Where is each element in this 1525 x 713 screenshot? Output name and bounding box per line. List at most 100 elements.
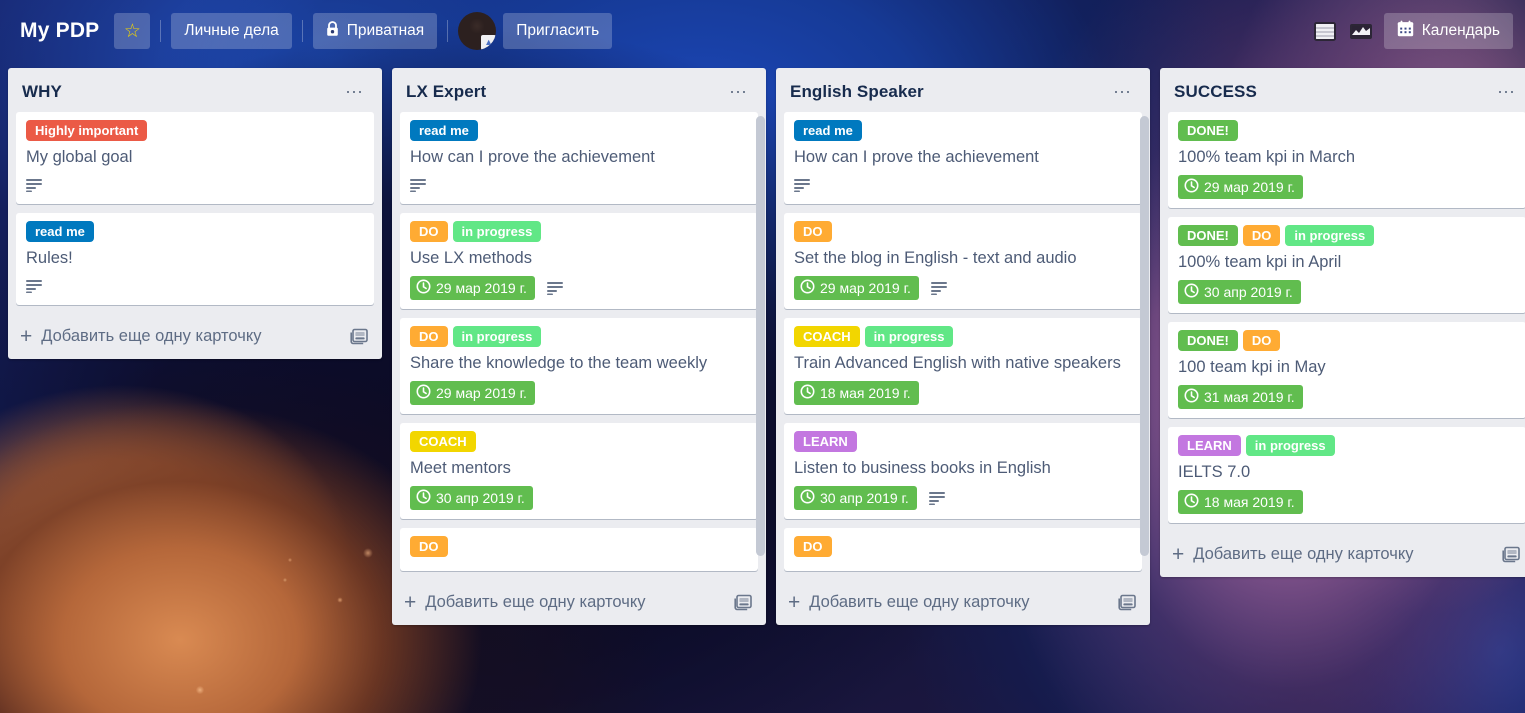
- list-menu-icon[interactable]: ⋯: [1493, 83, 1520, 101]
- due-date-badge[interactable]: 30 апр 2019 г.: [410, 486, 533, 510]
- card-badges: 29 мар 2019 г.: [1178, 175, 1516, 199]
- card[interactable]: DO: [400, 528, 758, 571]
- due-date-badge[interactable]: 29 мар 2019 г.: [794, 276, 919, 300]
- card-label[interactable]: in progress: [452, 221, 542, 242]
- card-label[interactable]: DO: [410, 326, 448, 347]
- card[interactable]: DONE! 100% team kpi in March 29 мар 2019 г…: [1168, 112, 1525, 208]
- description-icon: [410, 178, 426, 192]
- clock-icon: [1184, 283, 1199, 301]
- due-date-text: 18 мая 2019 г.: [820, 385, 911, 401]
- board-view-icon[interactable]: [1312, 20, 1338, 42]
- list-menu-icon[interactable]: ⋯: [1109, 83, 1136, 101]
- card-label[interactable]: read me: [794, 120, 862, 141]
- card-label[interactable]: DO: [410, 536, 448, 557]
- add-card-button[interactable]: + Добавить еще одну карточку: [392, 582, 766, 625]
- card[interactable]: COACH Meet mentors 30 апр 2019 г.: [400, 423, 758, 519]
- card-badges: [26, 175, 364, 195]
- card[interactable]: DO Set the blog in English - text and aud…: [784, 213, 1142, 309]
- due-date-badge[interactable]: 18 мая 2019 г.: [1178, 490, 1303, 514]
- due-date-badge[interactable]: 18 мая 2019 г.: [794, 381, 919, 405]
- card-labels: COACH in progress: [794, 326, 1132, 347]
- add-card-label: Добавить еще одну карточку: [809, 593, 1030, 611]
- card-label[interactable]: DO: [1242, 225, 1281, 246]
- card-label[interactable]: read me: [410, 120, 478, 141]
- card[interactable]: COACH in progress Train Advanced English w…: [784, 318, 1142, 414]
- chart-icon[interactable]: [1348, 20, 1374, 42]
- team-button-label: Личные дела: [184, 22, 279, 39]
- card-label[interactable]: COACH: [410, 431, 476, 452]
- card-label[interactable]: DONE!: [1178, 120, 1238, 141]
- card-badges: 29 мар 2019 г.: [410, 276, 748, 300]
- list-title[interactable]: WHY: [22, 82, 62, 102]
- card[interactable]: read me How can I prove the achievement: [400, 112, 758, 204]
- avatar[interactable]: ▲: [458, 12, 497, 50]
- card[interactable]: DONE! DO in progress 100% team kpi in April…: [1168, 217, 1525, 313]
- card-labels: DO: [794, 221, 1132, 242]
- card-template-icon[interactable]: [1118, 594, 1136, 611]
- card[interactable]: LEARN Listen to business books in English…: [784, 423, 1142, 519]
- card-label[interactable]: DO: [410, 221, 448, 242]
- card[interactable]: DO in progress Use LX methods 29 мар 2019 г…: [400, 213, 758, 309]
- card-label[interactable]: in progress: [1285, 225, 1375, 246]
- card[interactable]: DO in progress Share the knowledge to the …: [400, 318, 758, 414]
- visibility-button[interactable]: Приватная: [312, 13, 438, 49]
- list-scrollbar[interactable]: [1140, 116, 1149, 556]
- card-template-icon[interactable]: [734, 594, 752, 611]
- card-label[interactable]: COACH: [794, 326, 860, 347]
- card-template-icon[interactable]: [350, 328, 368, 345]
- card-title: Meet mentors: [410, 459, 511, 477]
- star-button[interactable]: ☆: [114, 13, 151, 49]
- list-menu-icon[interactable]: ⋯: [725, 83, 752, 101]
- board-header-right: Календарь: [1312, 13, 1513, 49]
- card-badges: 30 апр 2019 г.: [794, 486, 1132, 510]
- card-title: My global goal: [26, 148, 133, 166]
- list-title[interactable]: LX Expert: [406, 82, 486, 102]
- list-header: English Speaker ⋯: [776, 68, 1150, 112]
- due-date-badge[interactable]: 29 мар 2019 г.: [1178, 175, 1303, 199]
- due-date-badge[interactable]: 30 апр 2019 г.: [794, 486, 917, 510]
- card-labels: LEARN: [794, 431, 1132, 452]
- card-title: Listen to business books in English: [794, 459, 1051, 477]
- clock-icon: [1184, 388, 1199, 406]
- card-label[interactable]: DONE!: [1178, 330, 1238, 351]
- card-label[interactable]: LEARN: [794, 431, 857, 452]
- card-label[interactable]: read me: [26, 221, 94, 242]
- card-label[interactable]: DO: [1242, 330, 1281, 351]
- due-date-badge[interactable]: 31 мая 2019 г.: [1178, 385, 1303, 409]
- add-card-label: Добавить еще одну карточку: [41, 327, 262, 345]
- card-label[interactable]: in progress: [864, 326, 954, 347]
- list-title[interactable]: SUCCESS: [1174, 82, 1257, 102]
- due-date-badge[interactable]: 29 мар 2019 г.: [410, 381, 535, 405]
- card-template-icon[interactable]: [1502, 546, 1520, 563]
- clock-icon: [416, 279, 431, 297]
- card[interactable]: read me Rules!: [16, 213, 374, 305]
- list-title[interactable]: English Speaker: [790, 82, 924, 102]
- list-scrollbar[interactable]: [756, 116, 765, 556]
- calendar-button-label: Календарь: [1421, 22, 1500, 39]
- card[interactable]: DONE! DO 100 team kpi in May 31 мая 2019 г.: [1168, 322, 1525, 418]
- due-date-badge[interactable]: 30 апр 2019 г.: [1178, 280, 1301, 304]
- card-label[interactable]: LEARN: [1178, 435, 1241, 456]
- card-label[interactable]: in progress: [1245, 435, 1335, 456]
- card[interactable]: Highly important My global goal: [16, 112, 374, 204]
- description-icon: [928, 491, 945, 505]
- add-card-button[interactable]: + Добавить еще одну карточку: [776, 582, 1150, 625]
- due-date-badge[interactable]: 29 мар 2019 г.: [410, 276, 535, 300]
- card-label[interactable]: DO: [794, 221, 832, 242]
- add-card-button[interactable]: + Добавить еще одну карточку: [8, 316, 382, 359]
- card-labels: Highly important: [26, 120, 364, 141]
- card[interactable]: read me How can I prove the achievement: [784, 112, 1142, 204]
- team-button[interactable]: Личные дела: [171, 13, 292, 49]
- card-label[interactable]: Highly important: [26, 120, 148, 141]
- add-card-button[interactable]: + Добавить еще одну карточку: [1160, 534, 1525, 577]
- card-list-inner: DONE! 100% team kpi in March 29 мар 2019 г…: [1168, 112, 1525, 534]
- card[interactable]: LEARN in progress IELTS 7.0 18 мая 2019 г.: [1168, 427, 1525, 523]
- invite-button[interactable]: Пригласить: [503, 13, 613, 49]
- list-menu-icon[interactable]: ⋯: [341, 83, 368, 101]
- plus-icon: +: [404, 590, 417, 614]
- card-label[interactable]: DO: [794, 536, 832, 557]
- card[interactable]: DO: [784, 528, 1142, 571]
- calendar-button[interactable]: Календарь: [1383, 13, 1513, 49]
- card-label[interactable]: in progress: [452, 326, 542, 347]
- card-label[interactable]: DONE!: [1178, 225, 1238, 246]
